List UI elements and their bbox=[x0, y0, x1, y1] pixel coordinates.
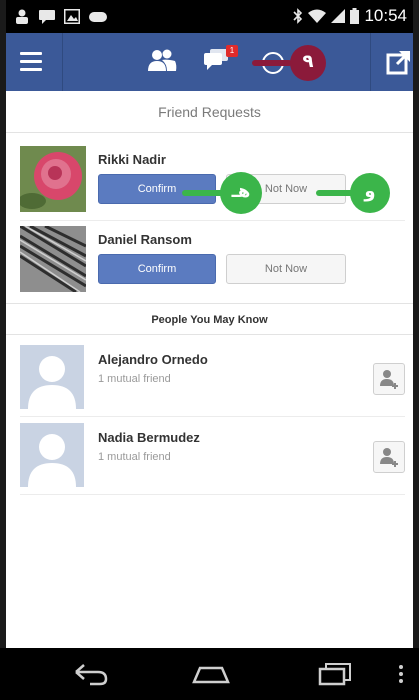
chat-icon bbox=[39, 10, 55, 24]
share-icon bbox=[386, 51, 410, 75]
friend-request-item: Daniel Ransom Confirm Not Now bbox=[19, 224, 400, 298]
signal-icon bbox=[331, 9, 346, 23]
person-name[interactable]: Nadia Bermudez bbox=[98, 430, 200, 445]
home-icon bbox=[192, 666, 230, 684]
menu-icon[interactable] bbox=[20, 52, 42, 72]
add-friend-button[interactable] bbox=[373, 363, 405, 395]
system-icons: 10:54 bbox=[293, 6, 407, 26]
overflow-menu-icon bbox=[399, 665, 403, 683]
status-bar: 10:54 bbox=[6, 0, 413, 33]
person-name[interactable]: Alejandro Ornedo bbox=[98, 352, 208, 367]
list-item: Alejandro Ornedo 1 mutual friend bbox=[20, 345, 405, 415]
mutual-friends[interactable]: 1 mutual friend bbox=[98, 373, 171, 385]
requester-name[interactable]: Rikki Nadir bbox=[98, 152, 166, 167]
divider bbox=[370, 33, 371, 91]
divider bbox=[20, 220, 405, 221]
gamepad-icon bbox=[89, 12, 107, 22]
add-friend-button[interactable] bbox=[373, 441, 405, 473]
app-bar: 1 bbox=[6, 33, 413, 91]
tab-friends[interactable] bbox=[146, 47, 182, 77]
avatar[interactable] bbox=[18, 146, 86, 212]
clock: 10:54 bbox=[364, 6, 407, 25]
add-friend-icon bbox=[380, 370, 398, 389]
list-item: Nadia Bermudez 1 mutual friend bbox=[20, 423, 405, 493]
home-button[interactable] bbox=[190, 660, 232, 691]
battery-icon bbox=[350, 8, 360, 24]
not-now-button[interactable]: Not Now bbox=[226, 254, 346, 284]
annotation-callout-not-now: و bbox=[316, 173, 392, 213]
add-friend-icon bbox=[380, 448, 398, 467]
navigation-bar bbox=[0, 648, 419, 700]
wifi-icon bbox=[308, 9, 327, 23]
back-button[interactable] bbox=[70, 660, 110, 691]
divider bbox=[62, 33, 63, 91]
avatar[interactable] bbox=[20, 345, 84, 409]
image-icon bbox=[64, 9, 80, 24]
message-count-badge: 1 bbox=[226, 45, 238, 57]
recent-apps-icon bbox=[318, 663, 351, 686]
recent-apps-button[interactable] bbox=[317, 660, 353, 691]
back-icon bbox=[75, 664, 108, 686]
notification-icons bbox=[14, 9, 107, 24]
confirm-button[interactable]: Confirm bbox=[98, 254, 216, 284]
requester-name[interactable]: Daniel Ransom bbox=[98, 232, 192, 247]
bluetooth-icon bbox=[293, 8, 303, 24]
compose-button[interactable] bbox=[386, 49, 412, 75]
annotation-label: هـ bbox=[220, 172, 262, 214]
annotation-label: و bbox=[350, 173, 390, 213]
divider bbox=[20, 416, 405, 417]
divider bbox=[20, 494, 405, 495]
friends-icon bbox=[148, 49, 177, 71]
annotation-label: ٩ bbox=[290, 45, 326, 81]
phone-screen: 10:54 1 ٩ Friend Requests Rikki Nadir Co… bbox=[0, 0, 419, 700]
people-you-may-know-header: People You May Know bbox=[6, 303, 413, 335]
annotation-callout-confirm: هـ bbox=[182, 172, 266, 214]
avatar[interactable] bbox=[20, 423, 84, 487]
mutual-friends[interactable]: 1 mutual friend bbox=[98, 451, 171, 463]
friend-requests-header: Friend Requests bbox=[6, 91, 413, 133]
overflow-menu-button[interactable] bbox=[398, 664, 404, 689]
avatar[interactable] bbox=[19, 224, 87, 294]
user-icon bbox=[16, 9, 28, 24]
annotation-callout-notifications: ٩ bbox=[252, 45, 330, 81]
